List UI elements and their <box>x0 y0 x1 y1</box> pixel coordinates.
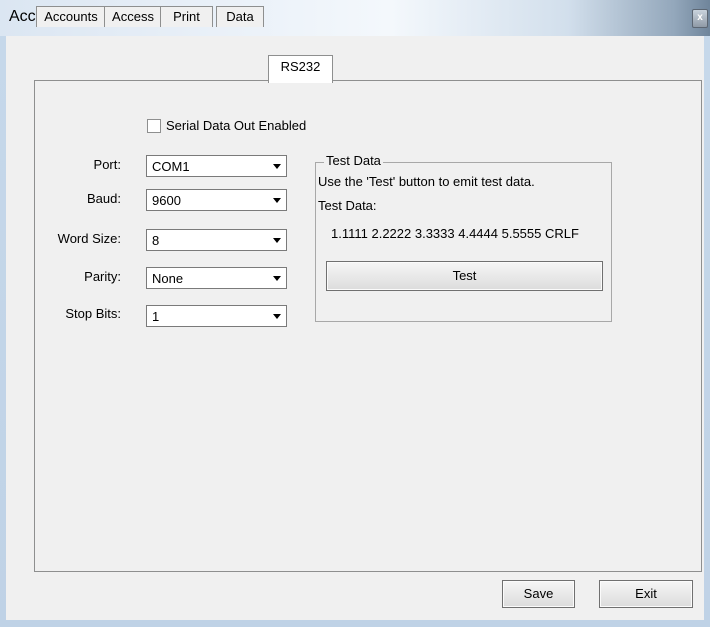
stop-bits-value: 1 <box>152 309 160 324</box>
chevron-down-icon[interactable] <box>269 307 285 325</box>
baud-select[interactable]: 9600 <box>146 189 287 211</box>
tab-accounts[interactable]: Accounts <box>36 6 106 27</box>
parity-select[interactable]: None <box>146 267 287 289</box>
test-instructions: Use the 'Test' button to emit test data. <box>318 174 535 189</box>
tab-access[interactable]: Access <box>104 6 162 27</box>
port-value: COM1 <box>152 159 190 174</box>
close-button[interactable]: x <box>692 9 708 28</box>
chevron-down-icon[interactable] <box>269 269 285 287</box>
chevron-down-icon[interactable] <box>269 231 285 249</box>
tab-data[interactable]: Data <box>216 6 264 27</box>
word-size-select[interactable]: 8 <box>146 229 287 251</box>
test-data-legend: Test Data <box>324 153 383 168</box>
baud-label: Baud: <box>87 191 121 206</box>
test-data-label: Test Data: <box>318 198 377 213</box>
close-icon: x <box>697 12 703 23</box>
stop-bits-select[interactable]: 1 <box>146 305 287 327</box>
parity-value: None <box>152 271 184 286</box>
port-select[interactable]: COM1 <box>146 155 287 177</box>
chevron-down-icon[interactable] <box>269 191 285 209</box>
save-button[interactable]: Save <box>502 580 575 608</box>
parity-label: Parity: <box>84 269 121 284</box>
serial-data-out-label: Serial Data Out Enabled <box>166 118 307 133</box>
stop-bits-label: Stop Bits: <box>65 306 121 321</box>
test-data-value: 1.1111 2.2222 3.3333 4.4444 5.5555 CRLF <box>331 226 579 241</box>
chevron-down-icon[interactable] <box>269 157 285 175</box>
tab-rs232[interactable]: RS232 <box>268 55 333 83</box>
checkbox-box[interactable] <box>147 119 161 133</box>
word-size-label: Word Size: <box>57 231 121 246</box>
port-label: Port: <box>93 157 121 172</box>
word-size-value: 8 <box>152 233 160 248</box>
tab-print[interactable]: Print <box>160 6 213 27</box>
test-button[interactable]: Test <box>326 261 603 291</box>
exit-button[interactable]: Exit <box>599 580 693 608</box>
baud-value: 9600 <box>152 193 181 208</box>
